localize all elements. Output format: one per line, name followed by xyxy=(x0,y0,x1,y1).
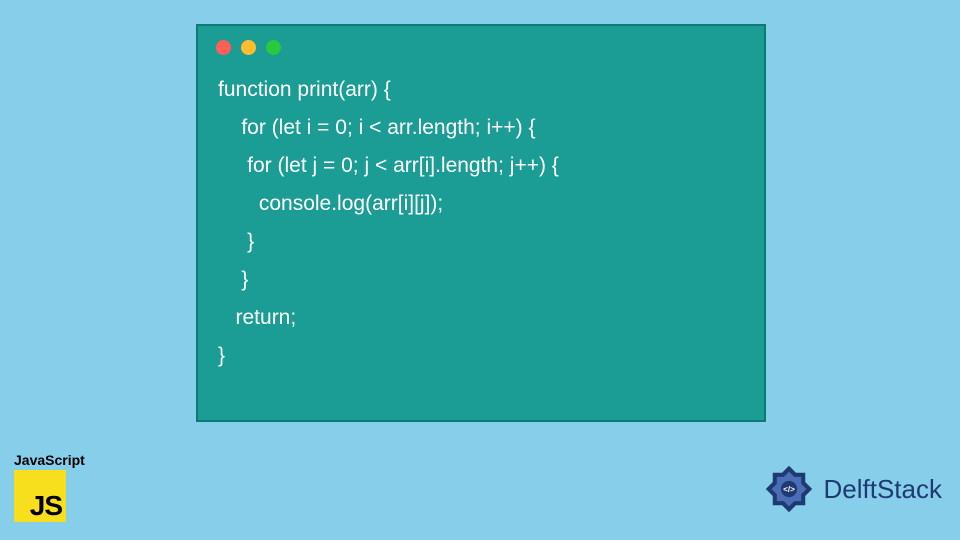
language-badge: JavaScript JS xyxy=(14,452,85,522)
brand-watermark: </> DelftStack xyxy=(760,460,943,518)
code-line: } xyxy=(218,261,744,299)
close-icon xyxy=(216,40,231,55)
language-label: JavaScript xyxy=(14,452,85,468)
code-line: for (let i = 0; i < arr.length; i++) { xyxy=(218,109,744,147)
javascript-logo-icon: JS xyxy=(14,470,66,522)
code-panel: function print(arr) { for (let i = 0; i … xyxy=(196,24,766,422)
minimize-icon xyxy=(241,40,256,55)
code-line: function print(arr) { xyxy=(218,71,744,109)
window-controls xyxy=(198,26,764,63)
code-line: } xyxy=(218,337,744,375)
js-logo-text: JS xyxy=(30,490,66,522)
code-line: console.log(arr[i][j]); xyxy=(218,185,744,223)
brand-name: DelftStack xyxy=(824,474,943,505)
code-body: function print(arr) { for (let i = 0; i … xyxy=(198,63,764,375)
svg-text:</>: </> xyxy=(783,485,795,494)
code-line: return; xyxy=(218,299,744,337)
code-line: } xyxy=(218,223,744,261)
delftstack-logo-icon: </> xyxy=(760,460,818,518)
code-line: for (let j = 0; j < arr[i].length; j++) … xyxy=(218,147,744,185)
maximize-icon xyxy=(266,40,281,55)
